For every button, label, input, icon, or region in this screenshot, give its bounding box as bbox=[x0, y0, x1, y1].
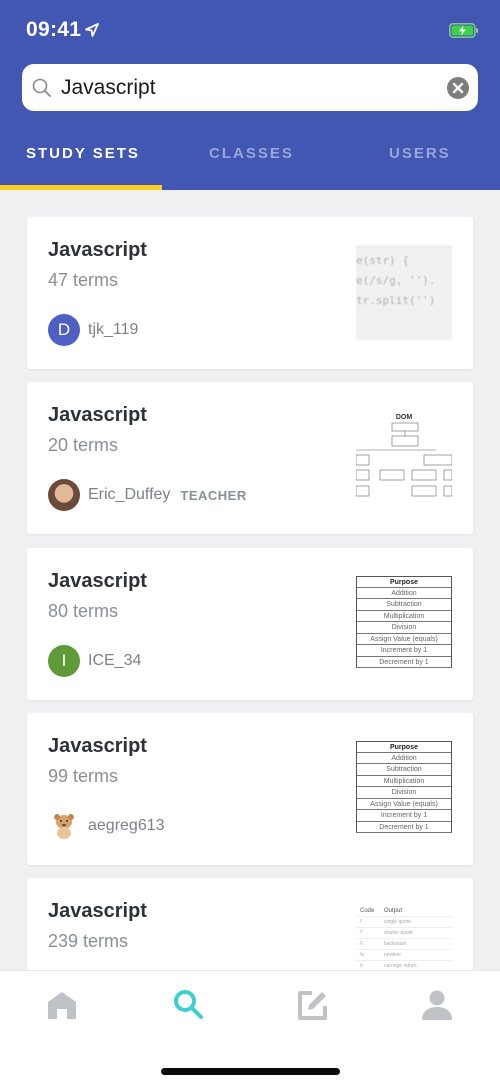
creator-username: aegreg613 bbox=[88, 817, 165, 834]
set-thumbnail: e(str) { e(/s/g, ''). tr.split('') bbox=[356, 245, 452, 340]
creator-username: tjk_119 bbox=[88, 321, 139, 338]
thumb-line: Increment by 1 bbox=[357, 645, 451, 657]
thumb-line: carriage return bbox=[384, 963, 417, 969]
term-count: 99 terms bbox=[48, 766, 119, 786]
thumb-line: Subtraction bbox=[357, 599, 451, 611]
profile-icon[interactable] bbox=[420, 988, 454, 1022]
set-title: Javascript bbox=[48, 900, 147, 922]
study-set-card[interactable]: Javascript 20 terms Eric_Duffey TEACHER … bbox=[27, 382, 473, 534]
status-time: 09:41 bbox=[26, 18, 82, 41]
search-icon[interactable] bbox=[171, 988, 205, 1022]
bottom-nav bbox=[0, 970, 500, 1080]
term-count: 80 terms bbox=[48, 601, 119, 621]
search-icon bbox=[32, 78, 51, 97]
home-indicator bbox=[161, 1068, 340, 1075]
set-title: Javascript bbox=[48, 570, 147, 592]
creator-username: ICE_34 bbox=[88, 652, 142, 669]
study-set-card[interactable]: Javascript 99 terms aegreg613 Purpose Ad… bbox=[27, 713, 473, 865]
study-set-card[interactable]: Javascript 47 terms D tjk_119 e(str) {e(… bbox=[27, 217, 473, 369]
status-bar: 09:41 bbox=[0, 0, 500, 60]
thumb-line: Code bbox=[360, 908, 375, 914]
thumb-line: tr.split('') bbox=[356, 294, 436, 307]
creator[interactable]: I ICE_34 bbox=[48, 645, 141, 677]
set-thumbnail: Purpose Addition Subtraction Multiplicat… bbox=[356, 741, 452, 836]
search-query[interactable]: Javascript bbox=[61, 76, 156, 100]
set-thumbnail: DOM bbox=[356, 410, 452, 505]
study-set-card[interactable]: Javascript 80 terms I ICE_34 Purpose Add… bbox=[27, 548, 473, 700]
thumb-line: Division bbox=[357, 622, 451, 634]
thumb-line: double quote bbox=[384, 930, 413, 936]
tab-users[interactable]: USERS bbox=[389, 145, 451, 162]
lion-cub-avatar-icon bbox=[54, 814, 74, 839]
avatar bbox=[48, 479, 80, 511]
thumb-line: newline bbox=[384, 952, 401, 958]
thumb-line: Decrement by 1 bbox=[357, 657, 451, 668]
thumb-line: e(str) { bbox=[356, 254, 409, 267]
set-thumbnail: Purpose Addition Subtraction Multiplicat… bbox=[356, 576, 452, 671]
term-count: 47 terms bbox=[48, 270, 119, 290]
thumb-line: Addition bbox=[357, 753, 451, 764]
thumb-line: Purpose bbox=[357, 741, 451, 753]
set-title: Javascript bbox=[48, 735, 147, 757]
svg-text:DOM: DOM bbox=[396, 414, 413, 421]
creator[interactable]: D tjk_119 bbox=[48, 314, 138, 346]
creator[interactable]: aegreg613 bbox=[48, 810, 165, 842]
avatar: I bbox=[48, 645, 80, 677]
active-tab-indicator bbox=[0, 185, 162, 190]
tab-classes[interactable]: CLASSES bbox=[209, 145, 294, 162]
search-tabs: STUDY SETS CLASSES USERS bbox=[0, 136, 500, 190]
thumb-line: e(/s/g, ''). bbox=[356, 274, 436, 287]
teacher-badge: TEACHER bbox=[180, 487, 247, 503]
term-count: 239 terms bbox=[48, 931, 129, 951]
thumb-line: Assign Value (equals) bbox=[357, 634, 451, 645]
thumb-line: Assign Value (equals) bbox=[357, 799, 451, 810]
search-input[interactable]: Javascript bbox=[22, 64, 478, 111]
home-icon[interactable] bbox=[45, 988, 79, 1022]
thumb-line: Output bbox=[384, 908, 403, 914]
thumb-line: backslash bbox=[384, 941, 407, 947]
clear-search-icon[interactable] bbox=[447, 77, 469, 99]
battery-charging-icon bbox=[449, 23, 478, 38]
thumb-line: Addition bbox=[357, 588, 451, 599]
term-count: 20 terms bbox=[48, 435, 119, 455]
thumb-line: Increment by 1 bbox=[357, 810, 451, 822]
create-edit-icon[interactable] bbox=[295, 988, 329, 1022]
thumb-line: Division bbox=[357, 787, 451, 799]
set-title: Javascript bbox=[48, 239, 147, 261]
thumb-line: Decrement by 1 bbox=[357, 822, 451, 833]
thumb-line: Multiplication bbox=[357, 776, 451, 787]
thumb-line: Multiplication bbox=[357, 611, 451, 622]
avatar bbox=[48, 810, 80, 842]
tab-study-sets[interactable]: STUDY SETS bbox=[26, 145, 140, 162]
thumb-line: Subtraction bbox=[357, 764, 451, 776]
location-arrow-icon bbox=[85, 23, 99, 37]
header: 09:41 Javascript STUDY SETS CLASSES USER… bbox=[0, 0, 500, 190]
thumb-line: Purpose bbox=[357, 576, 451, 588]
creator-username: Eric_Duffey bbox=[88, 486, 171, 503]
avatar: D bbox=[48, 314, 80, 346]
set-title: Javascript bbox=[48, 404, 147, 426]
creator[interactable]: Eric_Duffey TEACHER bbox=[48, 479, 247, 511]
thumb-line: single quote bbox=[384, 919, 411, 925]
